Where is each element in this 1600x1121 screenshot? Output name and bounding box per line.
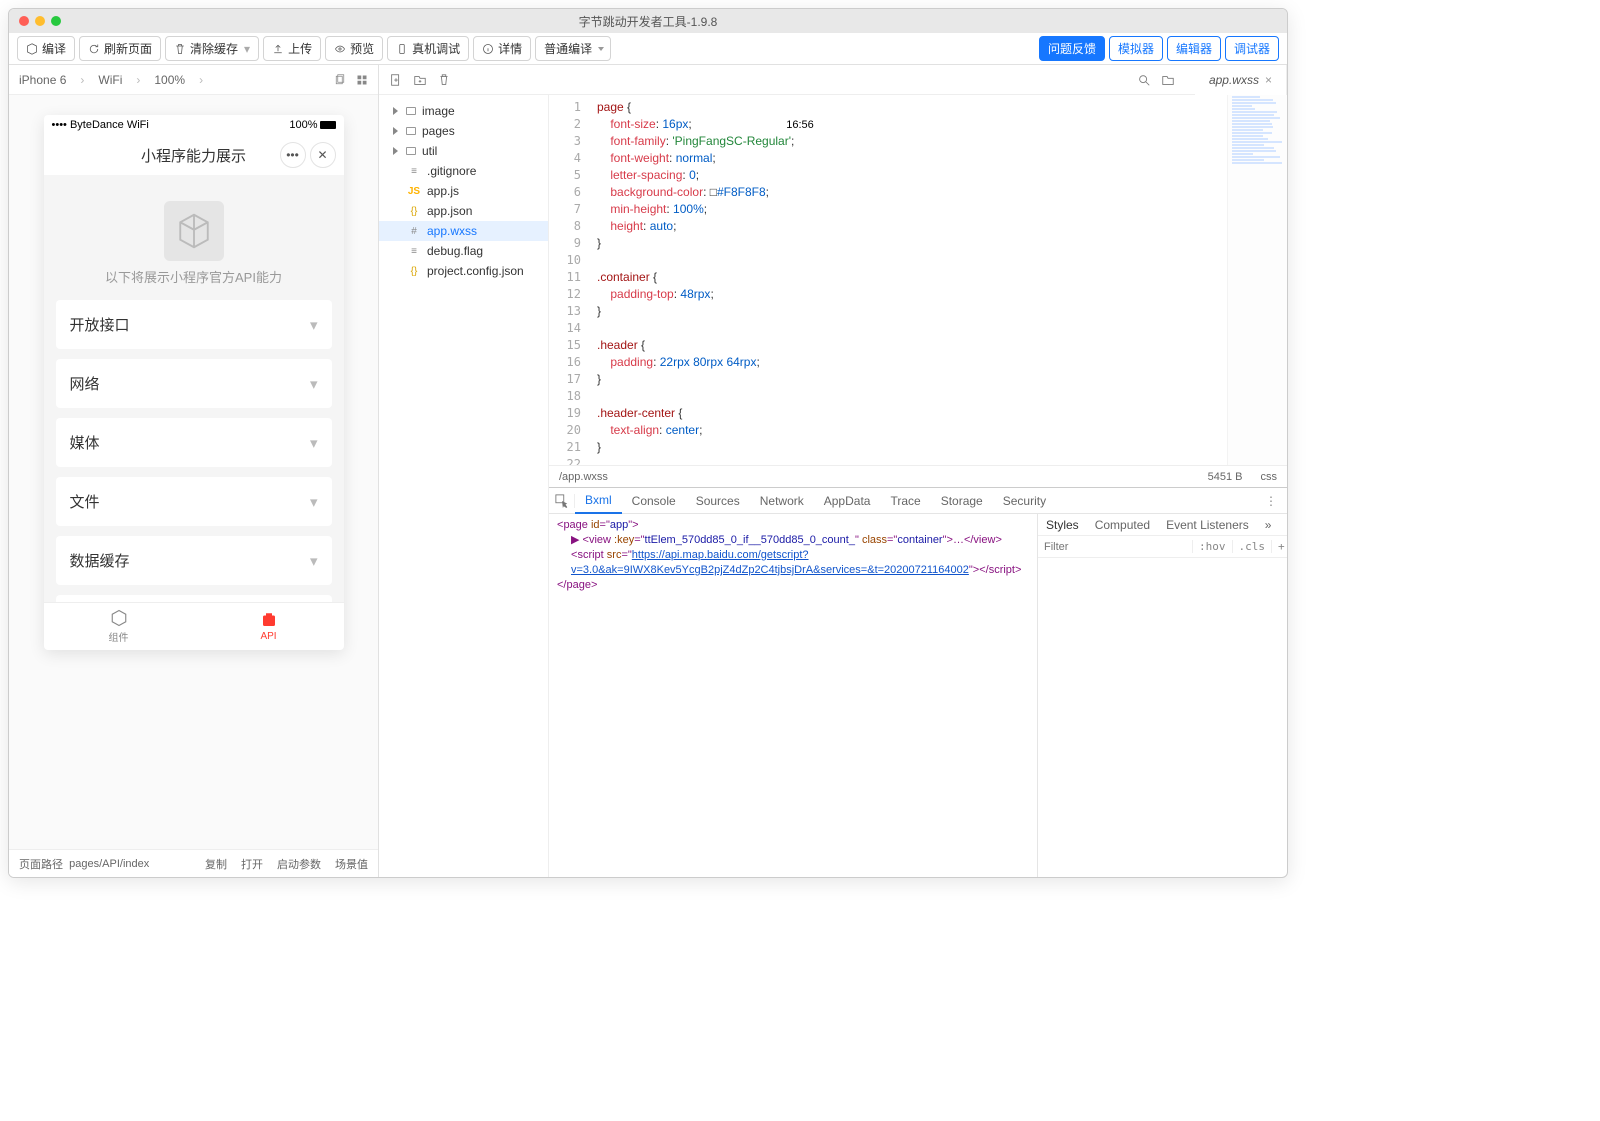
styles-option[interactable]: :hov [1192, 540, 1232, 553]
category-item[interactable]: 位置▾ [56, 595, 332, 602]
new-file-icon[interactable] [389, 73, 403, 87]
tab-api[interactable]: API [194, 603, 344, 650]
compile-mode-select[interactable]: 普通编译 [535, 36, 611, 61]
preview-button[interactable]: 预览 [325, 36, 383, 61]
file-tree[interactable]: imagepagesutil ≡.gitignoreJSapp.js{}app.… [379, 95, 549, 877]
main-toolbar: 编译 刷新页面 清除缓存▾ 上传 预览 真机调试 详情 普通编译 问题反馈 模拟… [9, 33, 1287, 65]
window-title: 字节跳动开发者工具-1.9.8 [579, 13, 718, 30]
simulator-footer: 页面路径 pages/API/index 复制打开启动参数场景值 [9, 849, 378, 877]
file-item[interactable]: ≡.gitignore [379, 161, 548, 181]
styles-option[interactable]: .cls [1232, 540, 1272, 553]
close-window-icon[interactable] [19, 16, 29, 26]
file-item[interactable]: JSapp.js [379, 181, 548, 201]
maximize-window-icon[interactable] [51, 16, 61, 26]
search-icon[interactable] [1137, 73, 1151, 87]
footer-action[interactable]: 启动参数 [277, 856, 321, 872]
simulator-config-bar: iPhone 6› WiFi› 100%› [9, 65, 378, 95]
grid-icon[interactable] [356, 74, 368, 86]
dom-tree[interactable]: <page id="app"> ▶ <view :key="ttElem_570… [549, 514, 1037, 877]
page-title: 小程序能力展示 [141, 145, 246, 166]
info-button[interactable]: 详情 [473, 36, 531, 61]
footer-action[interactable]: 复制 [205, 856, 227, 872]
phone-debug-icon [396, 43, 408, 55]
phone-content[interactable]: 以下将展示小程序官方API能力 开放接口▾ 网络▾ 媒体▾ 文件▾ 数据缓存▾ 位置▾ [44, 175, 344, 602]
editor-tab[interactable]: app.wxss× [1195, 65, 1287, 95]
phone-tabbar: 组件 API [44, 602, 344, 650]
copy-icon[interactable] [334, 74, 346, 86]
menu-button[interactable]: ••• [280, 142, 306, 168]
phone-statusbar: •••• ByteDance WiFi 16:56 100% [44, 115, 344, 135]
network-select[interactable]: WiFi [98, 73, 122, 87]
category-item[interactable]: 网络▾ [56, 359, 332, 408]
clear-cache-button[interactable]: 清除缓存▾ [165, 36, 259, 61]
folder-item[interactable]: image [379, 101, 548, 121]
styles-filter-input[interactable] [1038, 541, 1192, 553]
folder-item[interactable]: pages [379, 121, 548, 141]
styles-tab[interactable]: Styles [1038, 518, 1087, 532]
devtools-tab[interactable]: Security [993, 488, 1056, 514]
refresh-button[interactable]: 刷新页面 [79, 36, 161, 61]
devtools-tab[interactable]: Bxml [575, 488, 622, 514]
minimize-window-icon[interactable] [35, 16, 45, 26]
refresh-icon [88, 43, 100, 55]
file-item[interactable]: #app.wxss [379, 221, 548, 241]
footer-action[interactable]: 场景值 [335, 856, 368, 872]
file-item[interactable]: {}project.config.json [379, 261, 548, 281]
category-item[interactable]: 开放接口▾ [56, 300, 332, 349]
feedback-button[interactable]: 问题反馈 [1039, 36, 1105, 61]
trash-icon [174, 43, 186, 55]
upload-icon [272, 43, 284, 55]
styles-panel: StylesComputedEvent Listeners» :hov.cls+ [1037, 514, 1287, 877]
line-gutter: 1234567891011121314151617181920212223 [549, 95, 589, 465]
remote-debug-button[interactable]: 真机调试 [387, 36, 469, 61]
styles-tab[interactable]: Event Listeners [1158, 518, 1257, 532]
phone-frame: •••• ByteDance WiFi 16:56 100% 小程序能力展示 •… [44, 115, 344, 650]
styles-more-icon[interactable]: » [1257, 518, 1280, 532]
devtools-tab[interactable]: AppData [814, 488, 881, 514]
inspect-icon[interactable] [549, 494, 575, 508]
devtools-tab[interactable]: Trace [880, 488, 930, 514]
editor-statusbar: /app.wxss 5451 Bcss [549, 465, 1287, 487]
compile-button[interactable]: 编译 [17, 36, 75, 61]
simulator-toggle[interactable]: 模拟器 [1109, 36, 1163, 61]
styles-tab[interactable]: Computed [1087, 518, 1158, 532]
debugger-toggle[interactable]: 调试器 [1225, 36, 1279, 61]
styles-option[interactable]: + [1271, 540, 1288, 553]
devtools-tab[interactable]: Sources [686, 488, 750, 514]
cube-icon [26, 43, 38, 55]
close-miniapp-button[interactable]: ✕ [310, 142, 336, 168]
window-titlebar: 字节跳动开发者工具-1.9.8 [9, 9, 1287, 33]
category-item[interactable]: 文件▾ [56, 477, 332, 526]
cube-icon [164, 201, 224, 261]
folder-item[interactable]: util [379, 141, 548, 161]
new-folder-icon[interactable] [413, 73, 427, 87]
tab-component[interactable]: 组件 [44, 603, 194, 650]
devtools-more-icon[interactable]: ⋮ [1255, 494, 1287, 508]
open-folder-icon[interactable] [1161, 73, 1175, 87]
category-item[interactable]: 媒体▾ [56, 418, 332, 467]
delete-icon[interactable] [437, 73, 451, 87]
eye-icon [334, 43, 346, 55]
info-icon [482, 43, 494, 55]
editor-toggle[interactable]: 编辑器 [1167, 36, 1221, 61]
footer-action[interactable]: 打开 [241, 856, 263, 872]
api-description: 以下将展示小程序官方API能力 [56, 267, 332, 286]
device-select[interactable]: iPhone 6 [19, 73, 66, 87]
category-item[interactable]: 数据缓存▾ [56, 536, 332, 585]
simulator-stage: •••• ByteDance WiFi 16:56 100% 小程序能力展示 •… [9, 95, 378, 849]
upload-button[interactable]: 上传 [263, 36, 321, 61]
page-path: pages/API/index [69, 858, 149, 870]
zoom-select[interactable]: 100% [154, 73, 185, 87]
file-item[interactable]: ≡debug.flag [379, 241, 548, 261]
devtools-tab[interactable]: Network [750, 488, 814, 514]
devtools-panel: BxmlConsoleSourcesNetworkAppDataTraceSto… [549, 487, 1287, 877]
minimap[interactable] [1227, 95, 1287, 465]
file-item[interactable]: {}app.json [379, 201, 548, 221]
devtools-tab[interactable]: Storage [931, 488, 993, 514]
close-tab-icon[interactable]: × [1265, 73, 1272, 87]
code-editor[interactable]: page { font-size: 16px; font-family: 'Pi… [589, 95, 1227, 465]
devtools-tab[interactable]: Console [622, 488, 686, 514]
phone-navbar: 小程序能力展示 ••• ✕ [44, 135, 344, 175]
